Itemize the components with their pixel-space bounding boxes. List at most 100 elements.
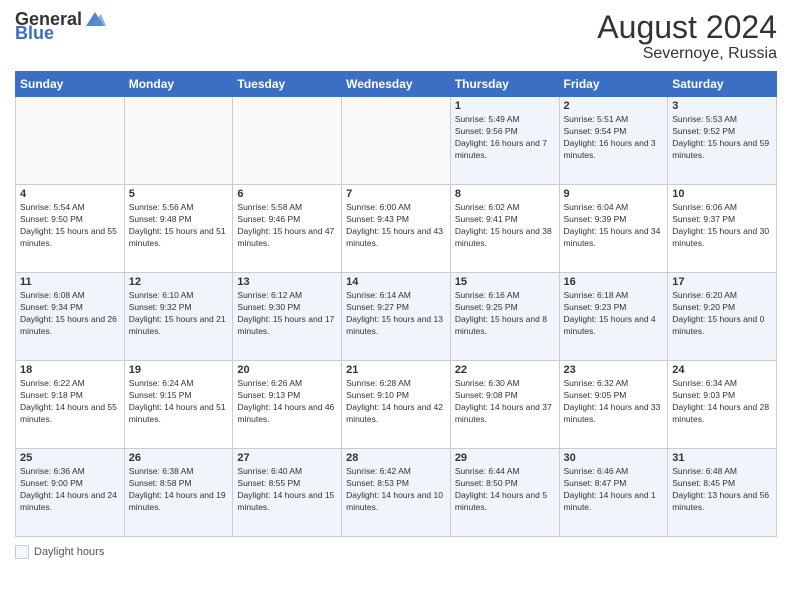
day-info: Sunrise: 6:48 AM Sunset: 8:45 PM Dayligh… — [672, 466, 772, 514]
footer-daylight-box — [15, 545, 29, 559]
day-cell: 19 Sunrise: 6:24 AM Sunset: 9:15 PM Dayli… — [124, 361, 233, 449]
day-info: Sunrise: 6:12 AM Sunset: 9:30 PM Dayligh… — [237, 290, 337, 338]
week-row-1: 1 Sunrise: 5:49 AM Sunset: 9:56 PM Daylig… — [16, 97, 777, 185]
day-number: 17 — [672, 276, 772, 288]
day-cell: 28 Sunrise: 6:42 AM Sunset: 8:53 PM Dayli… — [342, 449, 451, 537]
day-info: Sunrise: 6:18 AM Sunset: 9:23 PM Dayligh… — [564, 290, 664, 338]
day-info: Sunrise: 6:14 AM Sunset: 9:27 PM Dayligh… — [346, 290, 446, 338]
day-number: 21 — [346, 364, 446, 376]
day-info: Sunrise: 6:24 AM Sunset: 9:15 PM Dayligh… — [129, 378, 229, 426]
week-row-3: 11Sunrise: 6:08 AM Sunset: 9:34 PM Dayli… — [16, 273, 777, 361]
calendar-table: SundayMondayTuesdayWednesdayThursdayFrid… — [15, 71, 777, 537]
week-row-4: 18 Sunrise: 6:22 AM Sunset: 9:18 PM Dayli… — [16, 361, 777, 449]
day-info: Sunrise: 5:58 AM Sunset: 9:46 PM Dayligh… — [237, 202, 337, 250]
day-cell: 2 Sunrise: 5:51 AM Sunset: 9:54 PM Daylig… — [559, 97, 668, 185]
day-number: 26 — [129, 452, 229, 464]
day-info: Sunrise: 6:06 AM Sunset: 9:37 PM Dayligh… — [672, 202, 772, 250]
day-info: Sunrise: 5:56 AM Sunset: 9:48 PM Dayligh… — [129, 202, 229, 250]
day-cell: 31 Sunrise: 6:48 AM Sunset: 8:45 PM Dayli… — [668, 449, 777, 537]
day-info: Sunrise: 5:51 AM Sunset: 9:54 PM Dayligh… — [564, 114, 664, 162]
header: General Blue August 2024 Severnoye, Russ… — [15, 10, 777, 63]
day-info: Sunrise: 5:53 AM Sunset: 9:52 PM Dayligh… — [672, 114, 772, 162]
day-number: 11 — [20, 276, 120, 288]
day-number: 25 — [20, 452, 120, 464]
day-info: Sunrise: 6:26 AM Sunset: 9:13 PM Dayligh… — [237, 378, 337, 426]
day-number: 31 — [672, 452, 772, 464]
day-number: 18 — [20, 364, 120, 376]
day-number: 27 — [237, 452, 337, 464]
day-info: Sunrise: 6:30 AM Sunset: 9:08 PM Dayligh… — [455, 378, 555, 426]
day-info: Sunrise: 6:10 AM Sunset: 9:32 PM Dayligh… — [129, 290, 229, 338]
day-number: 14 — [346, 276, 446, 288]
day-cell: 14 Sunrise: 6:14 AM Sunset: 9:27 PM Dayli… — [342, 273, 451, 361]
day-number: 23 — [564, 364, 664, 376]
day-number: 8 — [455, 188, 555, 200]
day-cell: 6 Sunrise: 5:58 AM Sunset: 9:46 PM Daylig… — [233, 185, 342, 273]
day-info: Sunrise: 6:20 AM Sunset: 9:20 PM Dayligh… — [672, 290, 772, 338]
day-info: Sunrise: 6:36 AM Sunset: 9:00 PM Dayligh… — [20, 466, 120, 514]
day-cell: 13Sunrise: 6:12 AM Sunset: 9:30 PM Dayli… — [233, 273, 342, 361]
day-info: Sunrise: 6:04 AM Sunset: 9:39 PM Dayligh… — [564, 202, 664, 250]
day-number: 19 — [129, 364, 229, 376]
footer-daylight-label: Daylight hours — [34, 546, 104, 558]
day-info: Sunrise: 6:22 AM Sunset: 9:18 PM Dayligh… — [20, 378, 120, 426]
day-cell: 8Sunrise: 6:02 AM Sunset: 9:41 PM Daylig… — [450, 185, 559, 273]
day-cell: 3 Sunrise: 5:53 AM Sunset: 9:52 PM Daylig… — [668, 97, 777, 185]
day-number: 1 — [455, 100, 555, 112]
day-info: Sunrise: 6:34 AM Sunset: 9:03 PM Dayligh… — [672, 378, 772, 426]
day-number: 3 — [672, 100, 772, 112]
day-cell — [233, 97, 342, 185]
day-info: Sunrise: 6:42 AM Sunset: 8:53 PM Dayligh… — [346, 466, 446, 514]
day-number: 15 — [455, 276, 555, 288]
day-cell: 16 Sunrise: 6:18 AM Sunset: 9:23 PM Dayli… — [559, 273, 668, 361]
day-info: Sunrise: 5:54 AM Sunset: 9:50 PM Dayligh… — [20, 202, 120, 250]
day-cell: 11Sunrise: 6:08 AM Sunset: 9:34 PM Dayli… — [16, 273, 125, 361]
day-cell — [124, 97, 233, 185]
day-info: Sunrise: 6:46 AM Sunset: 8:47 PM Dayligh… — [564, 466, 664, 514]
day-number: 9 — [564, 188, 664, 200]
day-number: 6 — [237, 188, 337, 200]
footer-daylight: Daylight hours — [15, 545, 104, 559]
day-info: Sunrise: 6:32 AM Sunset: 9:05 PM Dayligh… — [564, 378, 664, 426]
day-cell: 20 Sunrise: 6:26 AM Sunset: 9:13 PM Dayli… — [233, 361, 342, 449]
day-cell: 12 Sunrise: 6:10 AM Sunset: 9:32 PM Dayli… — [124, 273, 233, 361]
day-info: Sunrise: 5:49 AM Sunset: 9:56 PM Dayligh… — [455, 114, 555, 162]
col-header-tuesday: Tuesday — [233, 72, 342, 97]
day-cell: 25 Sunrise: 6:36 AM Sunset: 9:00 PM Dayli… — [16, 449, 125, 537]
col-header-saturday: Saturday — [668, 72, 777, 97]
week-row-5: 25 Sunrise: 6:36 AM Sunset: 9:00 PM Dayli… — [16, 449, 777, 537]
location: Severnoye, Russia — [597, 45, 777, 63]
col-header-friday: Friday — [559, 72, 668, 97]
day-cell: 1 Sunrise: 5:49 AM Sunset: 9:56 PM Daylig… — [450, 97, 559, 185]
month-year: August 2024 — [597, 10, 777, 45]
day-cell: 17 Sunrise: 6:20 AM Sunset: 9:20 PM Dayli… — [668, 273, 777, 361]
day-cell: 22Sunrise: 6:30 AM Sunset: 9:08 PM Dayli… — [450, 361, 559, 449]
col-header-thursday: Thursday — [450, 72, 559, 97]
day-number: 7 — [346, 188, 446, 200]
calendar-header-row: SundayMondayTuesdayWednesdayThursdayFrid… — [16, 72, 777, 97]
day-number: 12 — [129, 276, 229, 288]
day-cell — [342, 97, 451, 185]
day-number: 10 — [672, 188, 772, 200]
day-number: 2 — [564, 100, 664, 112]
day-cell: 21Sunrise: 6:28 AM Sunset: 9:10 PM Dayli… — [342, 361, 451, 449]
day-number: 4 — [20, 188, 120, 200]
day-cell: 29 Sunrise: 6:44 AM Sunset: 8:50 PM Dayli… — [450, 449, 559, 537]
day-info: Sunrise: 6:00 AM Sunset: 9:43 PM Dayligh… — [346, 202, 446, 250]
col-header-monday: Monday — [124, 72, 233, 97]
footer: Daylight hours — [15, 545, 777, 559]
day-cell: 23 Sunrise: 6:32 AM Sunset: 9:05 PM Dayli… — [559, 361, 668, 449]
day-number: 24 — [672, 364, 772, 376]
day-cell: 24 Sunrise: 6:34 AM Sunset: 9:03 PM Dayli… — [668, 361, 777, 449]
logo: General Blue — [15, 10, 106, 42]
day-info: Sunrise: 6:38 AM Sunset: 8:58 PM Dayligh… — [129, 466, 229, 514]
col-header-wednesday: Wednesday — [342, 72, 451, 97]
day-number: 28 — [346, 452, 446, 464]
day-cell: 27Sunrise: 6:40 AM Sunset: 8:55 PM Dayli… — [233, 449, 342, 537]
day-number: 16 — [564, 276, 664, 288]
day-cell: 18 Sunrise: 6:22 AM Sunset: 9:18 PM Dayli… — [16, 361, 125, 449]
day-number: 20 — [237, 364, 337, 376]
day-info: Sunrise: 6:44 AM Sunset: 8:50 PM Dayligh… — [455, 466, 555, 514]
day-number: 29 — [455, 452, 555, 464]
col-header-sunday: Sunday — [16, 72, 125, 97]
